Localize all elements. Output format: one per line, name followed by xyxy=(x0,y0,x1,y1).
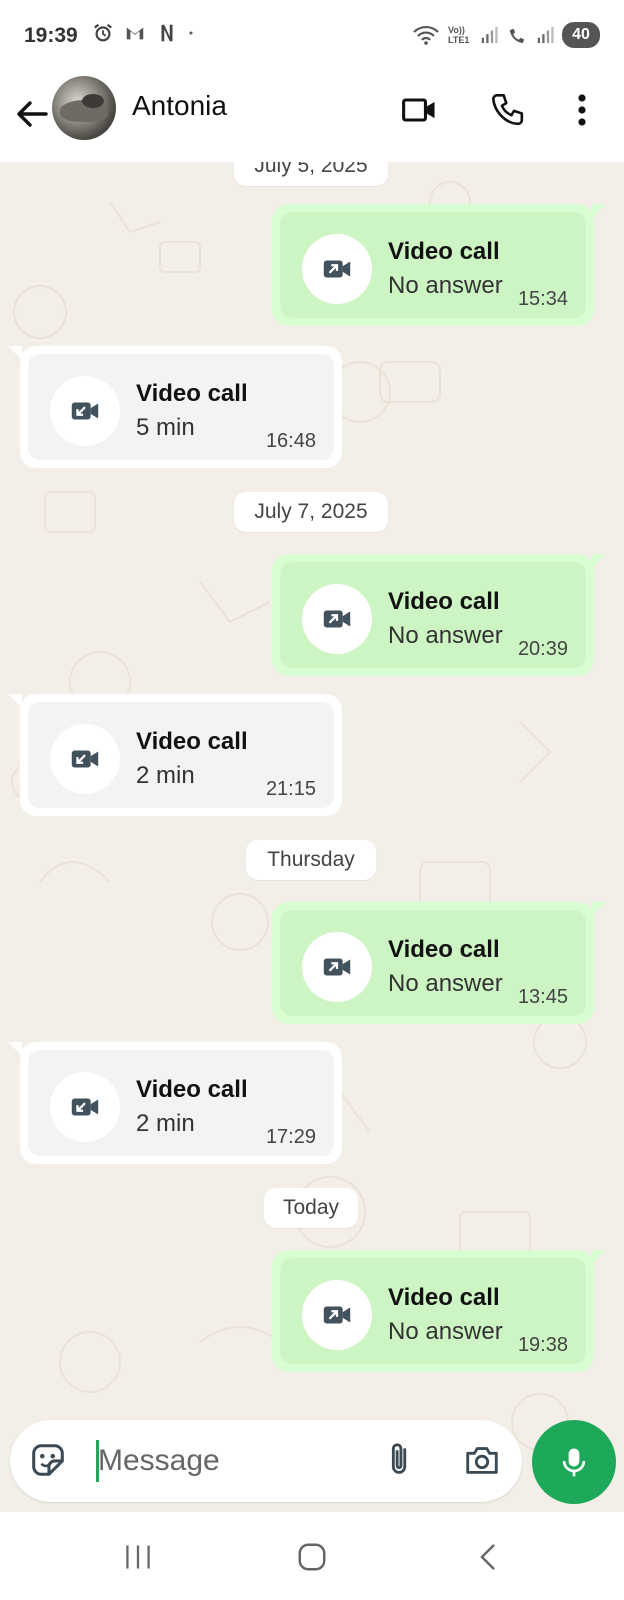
message-time: 20:39 xyxy=(517,638,568,660)
more-vertical-icon xyxy=(578,94,586,126)
home-icon xyxy=(298,1543,326,1571)
back-button[interactable] xyxy=(12,94,52,134)
netflix-icon xyxy=(161,24,173,42)
gmail-icon xyxy=(126,27,144,40)
call-status: No answer xyxy=(388,622,503,649)
system-navigation-bar xyxy=(0,1512,624,1600)
message-time: 16:48 xyxy=(265,430,316,452)
call-title: Video call xyxy=(136,380,248,407)
camera-icon xyxy=(466,1447,498,1474)
message-time: 17:29 xyxy=(265,1126,316,1148)
chat-header: Antonia xyxy=(0,76,624,162)
date-separator: Thursday xyxy=(246,840,376,880)
call-title: Video call xyxy=(388,238,500,265)
chat-area[interactable]: July 5, 2025 Video call No answer 15:34 … xyxy=(0,162,624,1512)
message-time: 19:38 xyxy=(517,1334,568,1356)
date-separator: July 5, 2025 xyxy=(234,162,388,186)
attach-button[interactable] xyxy=(380,1440,422,1482)
chevron-left-icon xyxy=(480,1544,495,1570)
call-title: Video call xyxy=(388,1284,500,1311)
call-title: Video call xyxy=(388,588,500,615)
status-bar: 19:39 Vo)) LTE1 40 xyxy=(0,0,624,76)
network-label: Vo)) LTE1 xyxy=(448,25,470,45)
notification-icons xyxy=(92,22,200,44)
sticker-button[interactable] xyxy=(28,1440,70,1482)
status-time: 19:39 xyxy=(24,24,78,47)
outgoing-call-message[interactable]: Video call No answer 19:38 xyxy=(272,1250,606,1372)
alarm-icon xyxy=(94,23,112,42)
date-separator: Today xyxy=(264,1188,358,1228)
outgoing-call-message[interactable]: Video call No answer 13:45 xyxy=(272,902,606,1024)
call-status: No answer xyxy=(388,272,503,299)
signal-icon xyxy=(481,26,498,44)
camera-button[interactable] xyxy=(462,1440,504,1482)
voice-message-button[interactable] xyxy=(532,1420,616,1504)
call-title: Video call xyxy=(388,936,500,963)
home-button[interactable] xyxy=(292,1540,332,1574)
incoming-video-call-icon xyxy=(50,376,120,446)
wifi-icon xyxy=(413,25,439,45)
video-camera-icon xyxy=(402,98,435,122)
message-time: 13:45 xyxy=(517,986,568,1008)
call-title: Video call xyxy=(136,1076,248,1103)
outgoing-video-call-icon xyxy=(302,584,372,654)
system-icons: Vo)) LTE1 40 xyxy=(412,22,600,48)
voice-call-button[interactable] xyxy=(486,88,530,132)
paperclip-icon xyxy=(391,1443,407,1474)
call-status: 2 min xyxy=(136,1110,195,1137)
back-nav-button[interactable] xyxy=(468,1540,508,1574)
recent-apps-button[interactable] xyxy=(118,1540,158,1574)
incoming-call-message[interactable]: Video call 5 min 16:48 xyxy=(8,346,342,468)
call-status: 5 min xyxy=(136,414,195,441)
contact-name[interactable]: Antonia xyxy=(132,90,227,122)
incoming-call-message[interactable]: Video call 2 min 21:15 xyxy=(8,694,342,816)
outgoing-video-call-icon xyxy=(302,1280,372,1350)
dot-icon xyxy=(189,31,193,35)
video-call-button[interactable] xyxy=(398,88,442,132)
avatar[interactable] xyxy=(52,76,116,140)
incoming-video-call-icon xyxy=(50,724,120,794)
signal-icon-2 xyxy=(537,26,554,44)
message-composer: Message xyxy=(10,1420,522,1502)
sticker-icon xyxy=(32,1444,64,1476)
outgoing-video-call-icon xyxy=(302,932,372,1002)
call-status: No answer xyxy=(388,970,503,997)
more-options-button[interactable] xyxy=(562,88,602,132)
wifi-calling-icon xyxy=(509,28,525,44)
message-time: 21:15 xyxy=(265,778,316,800)
message-input[interactable]: Message xyxy=(98,1444,220,1478)
date-separator: July 7, 2025 xyxy=(234,492,388,532)
message-time: 15:34 xyxy=(517,288,568,310)
outgoing-call-message[interactable]: Video call No answer 20:39 xyxy=(272,554,606,676)
battery-indicator: 40 xyxy=(562,22,600,48)
microphone-icon xyxy=(562,1448,586,1477)
arrow-left-icon xyxy=(17,101,48,127)
phone-icon xyxy=(492,94,524,126)
incoming-video-call-icon xyxy=(50,1072,120,1142)
call-status: 2 min xyxy=(136,762,195,789)
call-title: Video call xyxy=(136,728,248,755)
outgoing-call-message[interactable]: Video call No answer 15:34 xyxy=(272,204,606,326)
call-status: No answer xyxy=(388,1318,503,1345)
recent-apps-icon xyxy=(126,1545,150,1569)
incoming-call-message[interactable]: Video call 2 min 17:29 xyxy=(8,1042,342,1164)
outgoing-video-call-icon xyxy=(302,234,372,304)
